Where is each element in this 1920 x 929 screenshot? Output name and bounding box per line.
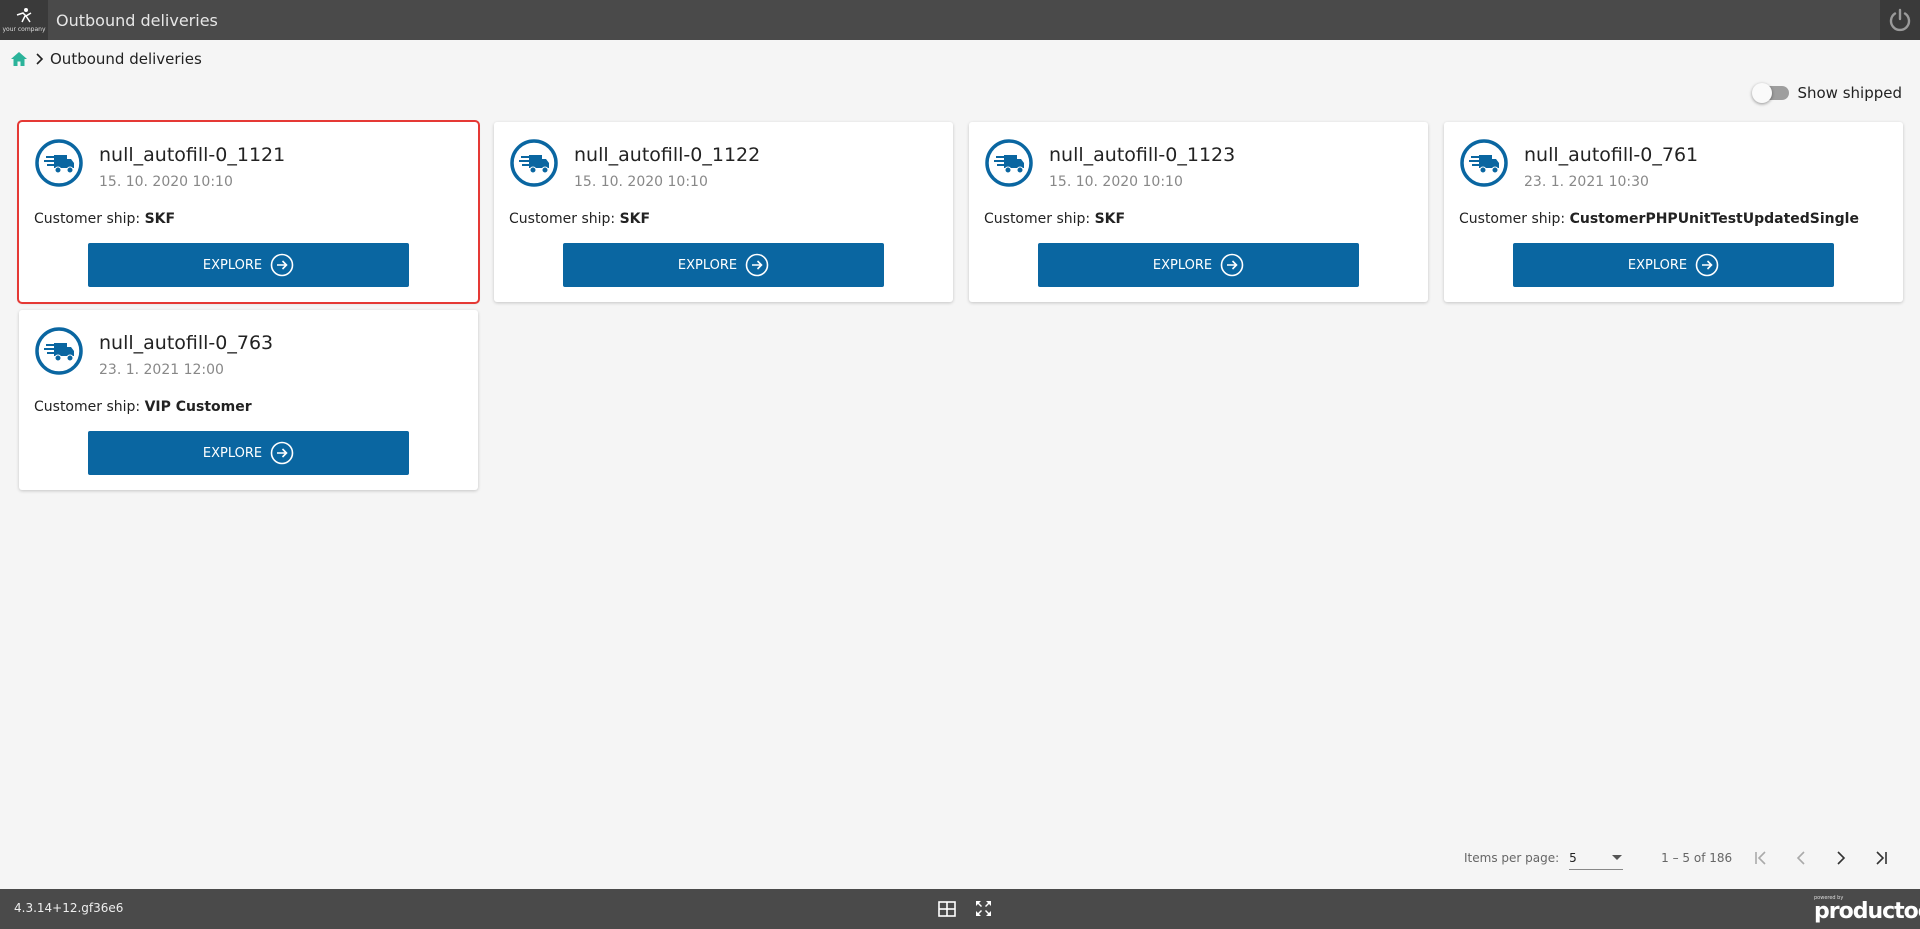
explore-button[interactable]: EXPLORE <box>88 243 409 287</box>
delivery-truck-icon <box>35 139 83 187</box>
top-bar: your company Outbound deliveries <box>0 0 1920 40</box>
delivery-title: null_autofill-0_763 <box>99 332 274 354</box>
power-button[interactable] <box>1880 0 1920 40</box>
explore-button[interactable]: EXPLORE <box>563 243 884 287</box>
version-label: 4.3.14+12.gf36e6 <box>14 901 124 915</box>
power-icon <box>1889 8 1911 32</box>
explore-button[interactable]: EXPLORE <box>88 431 409 475</box>
page-range: 1 – 5 of 186 <box>1661 851 1733 865</box>
toggle-thumb <box>1752 83 1773 103</box>
delivery-date: 15. 10. 2020 10:10 <box>99 174 233 190</box>
explore-button[interactable]: EXPLORE <box>1038 243 1359 287</box>
customer-label: Customer ship: <box>1459 211 1566 227</box>
delivery-customer: Customer ship: SKF <box>984 211 1125 227</box>
company-logo[interactable]: your company <box>0 0 48 40</box>
app-title: Outbound deliveries <box>56 10 218 30</box>
customer-value: VIP Customer <box>144 399 252 415</box>
arrow-right-circle-icon <box>1695 253 1719 277</box>
last-page-button[interactable] <box>1861 838 1901 878</box>
delivery-customer: Customer ship: VIP Customer <box>34 399 252 415</box>
explore-label: EXPLORE <box>677 257 738 273</box>
delivery-date: 23. 1. 2021 10:30 <box>1524 174 1649 190</box>
delivery-title: null_autofill-0_1123 <box>1049 144 1236 166</box>
dropdown-arrow-icon <box>1612 854 1623 860</box>
chevron-left-icon <box>1797 851 1805 865</box>
first-page-button[interactable] <box>1741 838 1781 878</box>
grid-view-icon[interactable] <box>938 901 956 917</box>
customer-value: CustomerPHPUnitTestUpdatedSingle <box>1569 211 1859 227</box>
bottom-bar: 4.3.14+12.gf36e6 powered by productoo <box>0 889 1920 929</box>
delivery-customer: Customer ship: SKF <box>34 211 175 227</box>
items-per-page-value: 5 <box>1569 850 1577 865</box>
delivery-date: 15. 10. 2020 10:10 <box>574 174 708 190</box>
next-page-button[interactable] <box>1821 838 1861 878</box>
items-per-page-select[interactable]: 5 <box>1569 846 1624 870</box>
delivery-card: null_autofill-0_763 23. 1. 2021 12:00 Cu… <box>19 310 478 490</box>
arrow-right-circle-icon <box>270 441 294 465</box>
brand-name: productoo <box>1814 899 1920 924</box>
chevron-right-icon <box>1837 851 1846 865</box>
customer-value: SKF <box>144 211 176 227</box>
show-shipped-toggle[interactable]: Show shipped <box>1752 83 1902 103</box>
customer-value: SKF <box>1094 211 1126 227</box>
chevron-right-icon <box>36 53 44 65</box>
delivery-truck-icon <box>985 139 1033 187</box>
delivery-truck-icon <box>1460 139 1508 187</box>
fullscreen-icon[interactable] <box>975 900 992 917</box>
home-icon[interactable] <box>10 51 28 67</box>
toggle-switch[interactable] <box>1752 83 1790 103</box>
breadcrumb-current: Outbound deliveries <box>50 50 202 68</box>
breadcrumb: Outbound deliveries <box>10 50 202 68</box>
delivery-card: null_autofill-0_761 23. 1. 2021 10:30 Cu… <box>1444 122 1903 302</box>
customer-value: SKF <box>619 211 651 227</box>
delivery-card: null_autofill-0_1121 15. 10. 2020 10:10 … <box>17 120 480 304</box>
delivery-truck-icon <box>510 139 558 187</box>
delivery-title: null_autofill-0_1122 <box>574 144 761 166</box>
delivery-customer: Customer ship: SKF <box>509 211 650 227</box>
customer-label: Customer ship: <box>34 399 141 415</box>
explore-label: EXPLORE <box>1627 257 1688 273</box>
paginator: Items per page: 5 1 – 5 of 186 <box>1464 838 1901 878</box>
company-logo-icon <box>16 8 32 23</box>
explore-label: EXPLORE <box>202 445 263 461</box>
explore-button[interactable]: EXPLORE <box>1513 243 1834 287</box>
customer-label: Customer ship: <box>984 211 1091 227</box>
explore-label: EXPLORE <box>1152 257 1213 273</box>
first-page-icon <box>1755 851 1766 865</box>
customer-label: Customer ship: <box>509 211 616 227</box>
delivery-truck-icon <box>35 327 83 375</box>
customer-label: Customer ship: <box>34 211 141 227</box>
arrow-right-circle-icon <box>270 253 294 277</box>
show-shipped-label: Show shipped <box>1797 84 1902 102</box>
company-logo-text: your company <box>2 26 46 33</box>
arrow-right-circle-icon <box>745 253 769 277</box>
previous-page-button[interactable] <box>1781 838 1821 878</box>
items-per-page-label: Items per page: <box>1464 851 1560 865</box>
productoo-logo: powered by productoo <box>1814 895 1920 925</box>
arrow-right-circle-icon <box>1220 253 1244 277</box>
delivery-customer: Customer ship: CustomerPHPUnitTestUpdate… <box>1459 211 1859 227</box>
delivery-date: 23. 1. 2021 12:00 <box>99 362 224 378</box>
delivery-title: null_autofill-0_1121 <box>99 144 286 166</box>
explore-label: EXPLORE <box>202 257 263 273</box>
last-page-icon <box>1876 851 1887 865</box>
delivery-title: null_autofill-0_761 <box>1524 144 1699 166</box>
delivery-card: null_autofill-0_1122 15. 10. 2020 10:10 … <box>494 122 953 302</box>
delivery-date: 15. 10. 2020 10:10 <box>1049 174 1183 190</box>
delivery-card: null_autofill-0_1123 15. 10. 2020 10:10 … <box>969 122 1428 302</box>
